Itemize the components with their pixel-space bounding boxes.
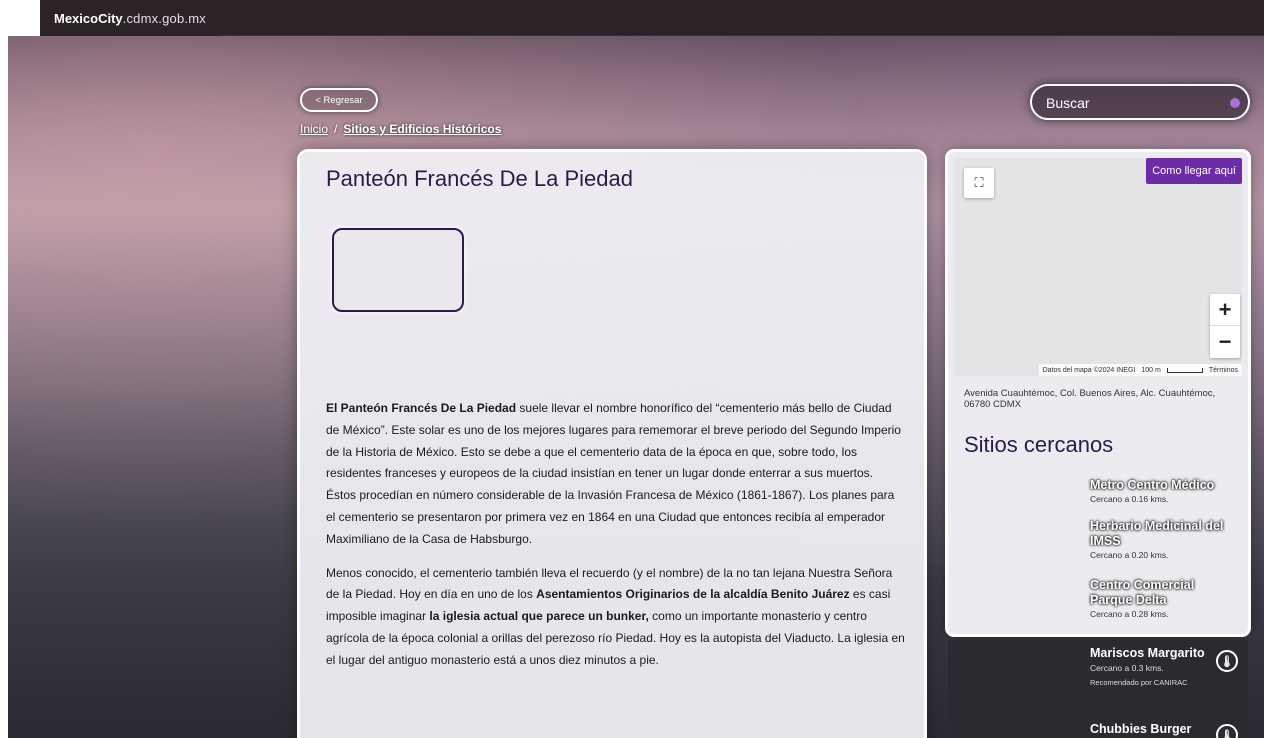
logo-bold: MexicoCity [54, 10, 123, 26]
p2-bold-2: la iglesia actual [429, 609, 519, 624]
breadcrumb-separator: / [334, 122, 338, 136]
sidebar-panel: ⛶ Como llegar aquí + − Datos del mapa ©2… [948, 152, 1248, 634]
map-attribution: Datos del mapa ©2024 INEGI [1042, 366, 1136, 374]
search-indicator-icon [1230, 98, 1240, 108]
thermometer-icon: 🌡 [1216, 650, 1238, 672]
image-placeholder [332, 228, 464, 312]
nearby-item[interactable]: Metro Centro Médico Cercano a 0.16 kms. [1090, 478, 1240, 504]
search-box[interactable] [1030, 84, 1250, 120]
breadcrumb: Inicio / Sitios y Edificios Históricos [300, 122, 501, 136]
nearby-item[interactable]: Centro Comercial Parque Delta Cercano a … [1090, 578, 1240, 619]
nearby-item[interactable]: Herbario Medicinal del IMSS Cercano a 0.… [1090, 519, 1240, 560]
p2-bold-3: que parece un bunker, [521, 609, 649, 624]
back-button[interactable]: < Regresar [300, 88, 378, 112]
search-input[interactable] [1046, 93, 1226, 113]
zoom-control: + − [1210, 294, 1240, 358]
article-paragraph-1: El Panteón Francés De La Piedad suele ll… [326, 398, 906, 551]
nearby-item-distance: Cercano a 0.28 kms. [1090, 609, 1169, 619]
article-card: Panteón Francés De La Piedad El Panteón … [300, 152, 924, 738]
nearby-item-name: Metro Centro Médico [1090, 478, 1215, 492]
directions-button[interactable]: Como llegar aquí [1146, 158, 1242, 184]
page-title: Panteón Francés De La Piedad [326, 166, 633, 191]
p1-bold: El Panteón Francés De La Piedad [326, 401, 517, 415]
p2-bold-1: Asentamientos Originarios de la alcaldía… [536, 587, 850, 602]
map-footer: Datos del mapa ©2024 INEGI 100 m Término… [1038, 364, 1242, 376]
nearby-item-name: Herbario Medicinal del IMSS [1090, 519, 1224, 548]
p1-text: suele llevar el nombre honorífico del “c… [326, 401, 901, 546]
breadcrumb-home[interactable]: Inicio [300, 122, 328, 136]
site-logo[interactable]: MexicoCity .cdmx.gob.mx [40, 0, 220, 36]
left-edge [0, 0, 8, 738]
address-text: Avenida Cuauhtémoc, Col. Buenos Aires, A… [964, 388, 1216, 410]
nearby-item-distance: Cercano a 0.16 kms. [1090, 494, 1169, 504]
breadcrumb-section[interactable]: Sitios y Edificios Históricos [343, 122, 501, 136]
map-view[interactable]: ⛶ Como llegar aquí + − Datos del mapa ©2… [954, 158, 1242, 376]
map-scale-label: 100 m [1141, 366, 1161, 374]
nearby-title: Sitios cercanos [964, 432, 1114, 457]
article-paragraph-2: Menos conocido, el cementerio también ll… [326, 563, 906, 672]
zoom-in-button[interactable]: + [1210, 294, 1240, 326]
top-bar: MexicoCity .cdmx.gob.mx [0, 0, 1264, 36]
fullscreen-icon[interactable]: ⛶ [964, 168, 994, 198]
nearby-item-distance: Cercano a 0.20 kms. [1090, 550, 1169, 560]
zoom-out-button[interactable]: − [1210, 326, 1240, 358]
restaurant-panel: Mariscos Margarito Cercano a 0.3 kms. Re… [948, 640, 1248, 738]
article-body: El Panteón Francés De La Piedad suele ll… [326, 398, 906, 684]
map-scale-bar [1166, 367, 1203, 373]
restaurant-recommended: Recomendado por CANIRAC [1090, 678, 1188, 687]
map-terms-link[interactable]: Términos [1209, 367, 1238, 374]
nearby-item-name: Centro Comercial Parque Delta [1090, 578, 1195, 607]
logo-sub: .cdmx.gob.mx [122, 10, 206, 26]
top-left-cap [0, 0, 40, 36]
